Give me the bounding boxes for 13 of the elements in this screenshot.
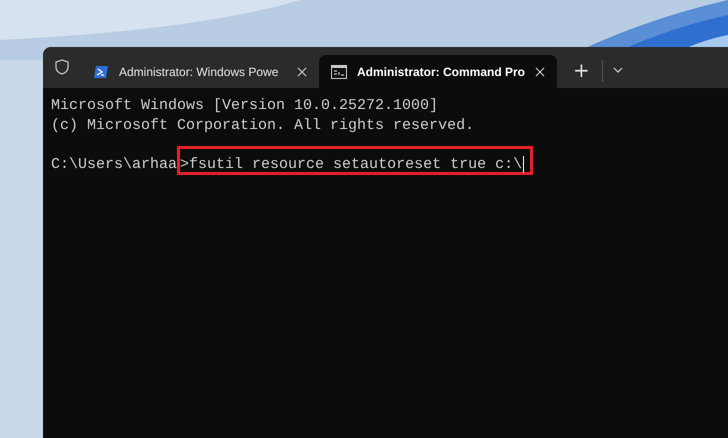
console-text: (c) Microsoft Corporation. All rights reserved. xyxy=(51,116,474,136)
new-tab-button[interactable]: + xyxy=(569,58,594,82)
shield-icon[interactable] xyxy=(55,59,69,75)
console-text: Microsoft Windows [Version 10.0.25272.1000] xyxy=(51,96,438,116)
close-icon[interactable] xyxy=(535,66,546,76)
close-icon[interactable] xyxy=(297,66,307,76)
powershell-icon xyxy=(93,64,109,78)
console-text: C:\Users\arhaa xyxy=(51,155,178,175)
console-icon xyxy=(331,64,347,78)
tab[interactable]: Administrator: Command Pro xyxy=(319,55,557,88)
command-text: >fsutil resource setautoreset true c:\ xyxy=(177,146,534,175)
chevron-down-icon[interactable] xyxy=(612,67,623,73)
tab[interactable]: Administrator: Windows Powe xyxy=(81,55,319,88)
